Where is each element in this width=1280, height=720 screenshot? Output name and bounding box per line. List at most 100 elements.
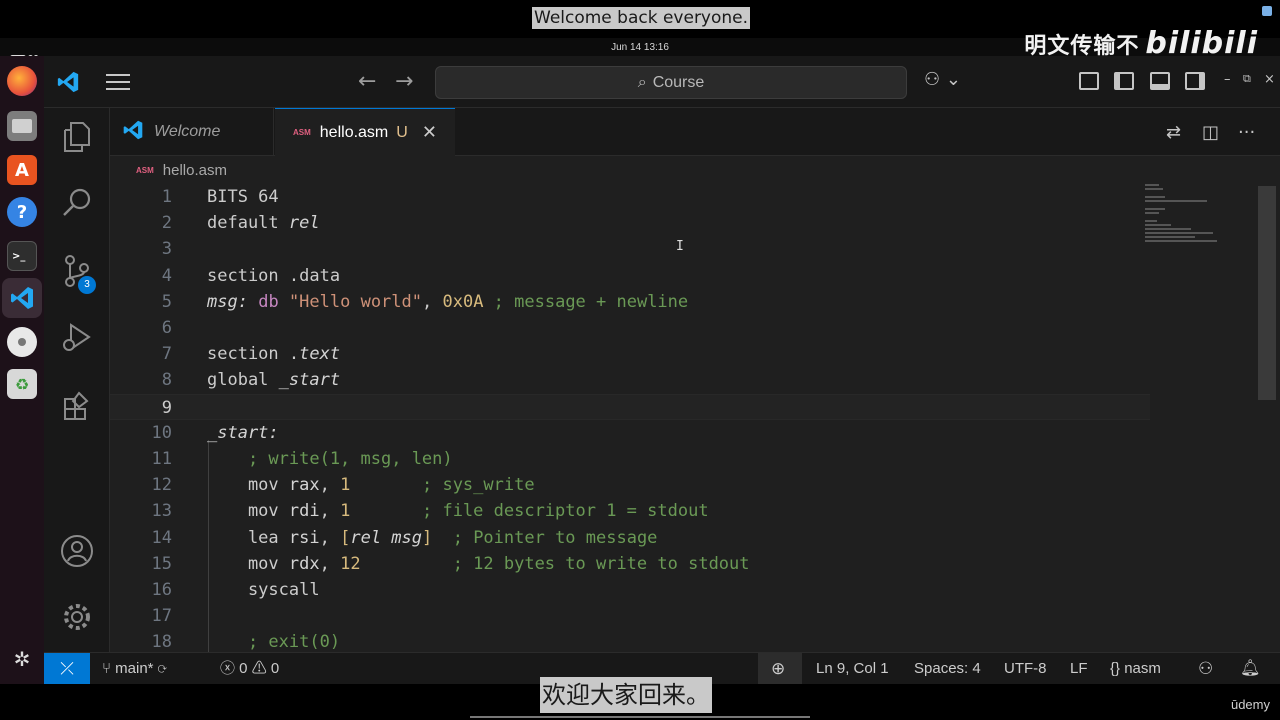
code-text: mov rdx, 12 ; 12 bytes to write to stdou…: [207, 551, 750, 577]
copilot-icon[interactable]: ⚇ ⌄: [924, 69, 961, 90]
line-number: 4: [161, 265, 172, 286]
sync-icon[interactable]: ⟳: [154, 660, 167, 677]
files-icon[interactable]: [7, 111, 37, 141]
run-debug-icon[interactable]: [60, 320, 94, 354]
code-text: default rel: [207, 210, 320, 236]
code-text: section .text: [207, 341, 340, 367]
code-token: mov: [207, 475, 289, 496]
line-number: 5: [161, 291, 172, 312]
corner-indicator-icon: [1262, 6, 1272, 16]
toggle-secondary-sidebar-icon[interactable]: [1185, 72, 1205, 90]
code-token: [: [340, 527, 351, 548]
code-line[interactable]: 15 mov rdx, 12 ; 12 bytes to write to st…: [110, 551, 1150, 577]
line-number: 11: [151, 449, 172, 469]
scrollbar-thumb[interactable]: [1258, 186, 1276, 400]
code-line[interactable]: 7 section .text: [110, 341, 1150, 367]
problems-indicator[interactable]: ⓧ 0 ⚠ 0: [220, 653, 279, 685]
code-line[interactable]: 8 global _start: [110, 367, 1150, 393]
ubuntu-icon[interactable]: ✲: [7, 644, 37, 674]
code-line[interactable]: 11 ; write(1, msg, len): [110, 446, 1150, 472]
tab-welcome[interactable]: Welcome: [110, 108, 274, 156]
end-of-line[interactable]: LF: [1070, 653, 1088, 685]
indentation[interactable]: Spaces: 4: [914, 653, 981, 685]
code-line[interactable]: 4 section .data: [110, 263, 1150, 289]
terminal-icon[interactable]: >_: [7, 241, 37, 271]
code-line[interactable]: 9: [110, 393, 1150, 420]
open-changes-icon[interactable]: ⇄: [1166, 122, 1181, 143]
vscode-icon[interactable]: [7, 283, 37, 313]
line-number: 8: [161, 370, 172, 391]
close-tab-icon[interactable]: ✕: [422, 122, 437, 143]
extensions-icon[interactable]: [60, 388, 94, 422]
code-line[interactable]: 5 msg: db "Hello world", 0x0A ; message +…: [110, 289, 1150, 315]
code-line[interactable]: 16 syscall: [110, 577, 1150, 603]
line-number: 2: [161, 213, 172, 234]
breadcrumb-file[interactable]: hello.asm: [163, 162, 227, 179]
breadcrumb[interactable]: ASM hello.asm: [110, 157, 227, 183]
more-actions-icon[interactable]: ···: [1238, 122, 1255, 143]
code-token: 1: [340, 475, 351, 496]
code-token: text: [299, 344, 341, 365]
warning-count: 0: [270, 660, 280, 677]
code-text: global _start: [207, 367, 340, 393]
copilot-status-icon[interactable]: ⚇: [1198, 653, 1213, 685]
toggle-primary-sidebar-icon[interactable]: [1114, 72, 1134, 90]
tab-hello-asm-label: hello.asm: [319, 123, 389, 141]
code-token: ; exit(0): [207, 632, 341, 652]
zoom-icon[interactable]: ⊕: [771, 653, 785, 685]
minimize-icon[interactable]: –: [1224, 72, 1231, 87]
app-center-icon[interactable]: A: [7, 155, 37, 185]
code-text: BITS 64: [207, 184, 279, 210]
accounts-icon[interactable]: [60, 534, 94, 568]
video-progress-line: [470, 716, 810, 718]
minimap[interactable]: [1145, 184, 1235, 244]
error-icon: ⓧ: [220, 660, 240, 677]
cursor-position[interactable]: Ln 9, Col 1: [816, 653, 889, 685]
code-token: global: [207, 370, 279, 391]
forward-arrow-icon[interactable]: →: [395, 69, 413, 94]
help-icon[interactable]: ?: [7, 197, 37, 227]
code-line[interactable]: 13 mov rdi, 1 ; file descriptor 1 = stdo…: [110, 498, 1150, 524]
tab-hello-asm[interactable]: ASM hello.asm U ✕: [275, 108, 455, 156]
error-count: 0: [239, 660, 248, 677]
remote-indicator-icon[interactable]: ⤫: [44, 653, 90, 685]
command-center-search[interactable]: ⌕ Course: [435, 66, 907, 99]
code-line[interactable]: 17: [110, 603, 1150, 629]
firefox-icon[interactable]: [7, 66, 37, 96]
title-bar: ← → ⌕ Course ⚇ ⌄ – ⧉ ×: [44, 56, 1280, 108]
menu-icon[interactable]: [106, 74, 130, 92]
notifications-bell-icon[interactable]: 🔔︎: [1240, 653, 1260, 685]
back-arrow-icon[interactable]: ←: [358, 69, 376, 94]
close-window-icon[interactable]: ×: [1264, 72, 1275, 87]
code-line[interactable]: 2 default rel: [110, 210, 1150, 236]
udemy-logo: ūdemy: [1230, 697, 1270, 712]
explorer-icon[interactable]: [60, 120, 94, 154]
code-line[interactable]: 14 lea rsi, [rel msg] ; Pointer to messa…: [110, 525, 1150, 551]
maximize-icon[interactable]: ⧉: [1243, 72, 1251, 86]
code-line[interactable]: 12 mov rax, 1 ; sys_write: [110, 472, 1150, 498]
code-token: 1: [340, 501, 351, 522]
code-line[interactable]: 3: [110, 236, 1150, 262]
branch-indicator[interactable]: ⑂ main* ⟳: [102, 653, 167, 685]
code-line[interactable]: 1 BITS 64: [110, 184, 1150, 210]
split-editor-icon[interactable]: ◫: [1202, 122, 1219, 143]
language-label: nasm: [1124, 660, 1161, 677]
disc-icon[interactable]: [7, 327, 37, 357]
toggle-panel-icon[interactable]: [1150, 72, 1170, 90]
manage-gear-icon[interactable]: [60, 600, 94, 634]
trash-icon[interactable]: ♻: [7, 369, 37, 399]
code-token: 12: [340, 553, 361, 574]
line-number: 9: [161, 397, 172, 418]
code-line[interactable]: 18 ; exit(0): [110, 629, 1150, 652]
code-line[interactable]: 6: [110, 315, 1150, 341]
line-number: 17: [151, 606, 172, 627]
tab-welcome-label: Welcome: [154, 123, 221, 140]
customize-layout-icon[interactable]: [1079, 72, 1099, 90]
code-line[interactable]: 10 _start:: [110, 420, 1150, 446]
search-sidebar-icon[interactable]: [60, 186, 94, 220]
encoding[interactable]: UTF-8: [1004, 653, 1047, 685]
language-mode[interactable]: {} nasm: [1110, 653, 1161, 685]
code-editor[interactable]: I 1 BITS 64 2 default rel 3 4 section .data 5 ms…: [110, 184, 1280, 652]
code-token: 0x0A: [442, 291, 484, 312]
